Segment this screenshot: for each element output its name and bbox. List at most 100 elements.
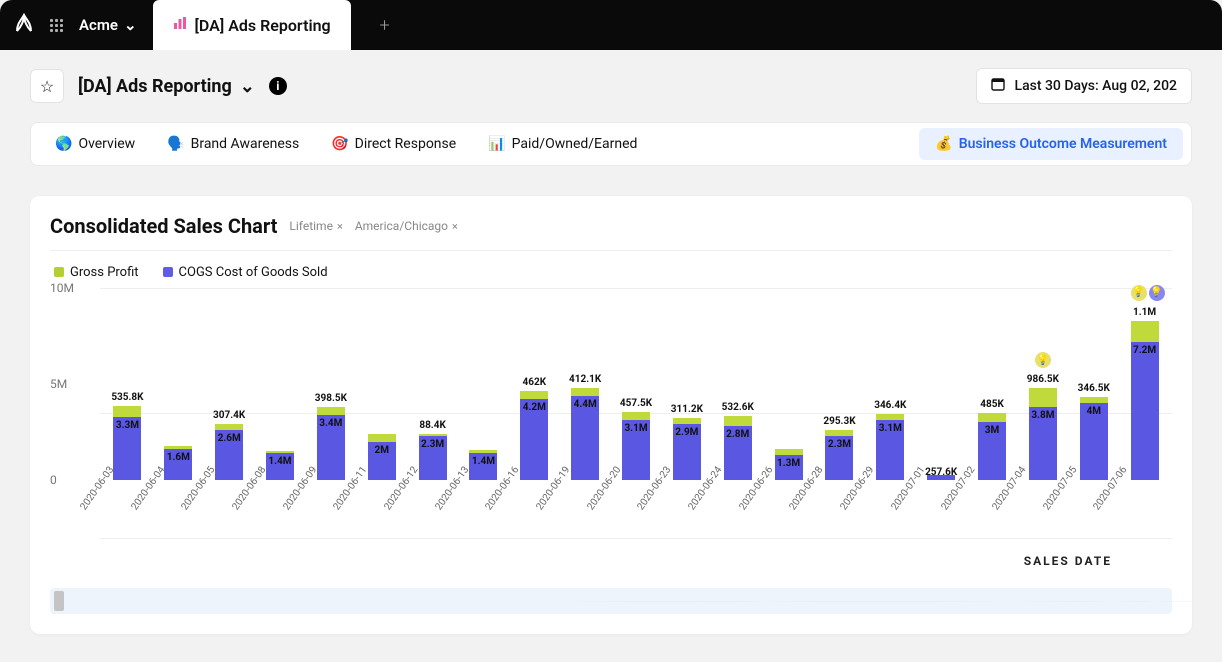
tab-brand-awareness[interactable]: 🗣️ Brand Awareness [151, 128, 315, 160]
gridline [100, 538, 1172, 539]
new-tab-button[interactable]: + [367, 7, 403, 43]
cogs-value-label: 2.6M [218, 433, 241, 444]
section-tabs: 🌎 Overview 🗣️ Brand Awareness 🎯 Direct R… [30, 122, 1192, 166]
insight-annotation[interactable]: 💡 [1131, 285, 1147, 301]
bar-column[interactable]: 346.5K4M [1070, 397, 1117, 480]
tab-business-outcome[interactable]: 💰 Business Outcome Measurement [919, 128, 1183, 160]
profit-segment [1131, 321, 1159, 342]
profit-segment [724, 416, 752, 426]
legend-label: Gross Profit [70, 265, 139, 280]
profit-value-label: 485K [980, 399, 1004, 410]
bar-column[interactable]: 462K4.2M [511, 391, 558, 481]
insight-annotation[interactable]: 💡 [1149, 285, 1165, 301]
legend-swatch [163, 267, 173, 277]
cogs-value-label: 1.6M [167, 452, 190, 463]
cogs-value-label: 4.4M [574, 399, 597, 410]
apps-grid-icon[interactable] [50, 19, 63, 32]
brush-handle[interactable] [54, 591, 64, 611]
cogs-value-label: 4.2M [523, 402, 546, 413]
legend-label: COGS Cost of Goods Sold [179, 265, 328, 280]
insight-annotation[interactable]: 💡 [1035, 352, 1051, 368]
date-range-label: Last 30 Days: Aug 02, 202 [1015, 78, 1177, 94]
profit-segment [571, 388, 599, 396]
tab-label: [DA] Ads Reporting [195, 16, 331, 35]
tab-direct-response[interactable]: 🎯 Direct Response [315, 128, 472, 160]
brush-sparkline [70, 601, 1192, 602]
info-icon[interactable]: i [269, 77, 287, 95]
profit-value-label: 88.4K [419, 420, 445, 431]
chip-label: Lifetime [289, 219, 333, 233]
bar-column[interactable]: 412.1K4.4M [562, 388, 609, 480]
date-range-picker[interactable]: Last 30 Days: Aug 02, 202 [976, 68, 1192, 104]
cogs-value-label: 3.1M [624, 423, 647, 434]
chart-title: Consolidated Sales Chart [50, 214, 277, 238]
page-header: ☆ [DA] Ads Reporting ⌄ i Last 30 Days: A… [0, 50, 1222, 114]
y-tick: 0 [50, 473, 57, 487]
y-tick: 10M [50, 281, 74, 295]
tab-label: Overview [78, 136, 135, 152]
profit-value-label: 462K [523, 377, 547, 388]
app-logo-icon [14, 13, 34, 38]
close-icon[interactable]: × [452, 220, 458, 233]
globe-icon: 🌎 [55, 136, 72, 152]
legend-swatch [54, 267, 64, 277]
cogs-value-label: 7.2M [1133, 345, 1156, 356]
speaker-icon: 🗣️ [167, 136, 184, 152]
cogs-value-label: 1.4M [268, 456, 291, 467]
profit-value-label: 1.1M [1133, 307, 1156, 318]
profit-segment [113, 406, 141, 416]
chart-legend: Gross Profit COGS Cost of Goods Sold [54, 265, 1172, 280]
chart-card: Consolidated Sales Chart Lifetime × Ameri… [30, 196, 1192, 634]
y-tick: 5M [50, 377, 67, 391]
time-brush[interactable] [50, 588, 1172, 614]
x-axis-title: SALES DATE [1024, 554, 1112, 568]
tab-ads-reporting[interactable]: [DA] Ads Reporting [153, 0, 351, 50]
money-bag-icon: 💰 [935, 136, 952, 152]
cogs-value-label: 2.9M [675, 427, 698, 438]
filter-chip-timezone[interactable]: America/Chicago× [355, 219, 458, 233]
bar-column[interactable]: 1.1M7.2M💡💡 [1121, 321, 1168, 480]
page-header-left: ☆ [DA] Ads Reporting ⌄ i [30, 69, 287, 103]
filter-chip-lifetime[interactable]: Lifetime × [289, 219, 342, 233]
x-axis-labels: 2020-06-032020-06-042020-06-052020-06-08… [104, 480, 1168, 538]
profit-segment [1080, 397, 1108, 404]
tab-label: Business Outcome Measurement [959, 136, 1167, 152]
profit-value-label: 346.5K [1078, 383, 1110, 394]
profit-value-label: 986.5K [1027, 374, 1059, 385]
target-icon: 🎯 [331, 136, 348, 152]
tab-label: Direct Response [355, 136, 457, 152]
favorite-button[interactable]: ☆ [30, 69, 64, 103]
tab-paid-owned-earned[interactable]: 📊 Paid/Owned/Earned [472, 128, 653, 160]
cogs-value-label: 2.8M [726, 429, 749, 440]
bar-column[interactable]: 986.5K3.8M💡 [1019, 388, 1066, 480]
cogs-value-label: 2.3M [421, 439, 444, 450]
cogs-value-label: 3.1M [879, 423, 902, 434]
tab-overview[interactable]: 🌎 Overview [39, 128, 151, 160]
profit-value-label: 535.8K [111, 392, 143, 403]
cogs-value-label: 3.8M [1031, 410, 1054, 421]
close-icon[interactable]: × [337, 220, 343, 233]
legend-item-profit[interactable]: Gross Profit [54, 265, 139, 280]
page-title-group[interactable]: [DA] Ads Reporting ⌄ [78, 76, 255, 97]
profit-value-label: 457.5K [620, 398, 652, 409]
legend-item-cogs[interactable]: COGS Cost of Goods Sold [163, 265, 328, 280]
profit-segment [622, 412, 650, 421]
profit-value-label: 311.2K [671, 404, 703, 415]
bar-chart-icon: 📊 [488, 136, 505, 152]
page-title: [DA] Ads Reporting [78, 76, 232, 97]
workspace-selector[interactable]: Acme ⌄ [79, 16, 137, 34]
profit-segment [317, 407, 345, 415]
cogs-value-label: 2.3M [828, 439, 851, 450]
profit-segment [520, 391, 548, 400]
y-axis: 10M 5M 0 [50, 288, 100, 480]
profit-segment [368, 434, 396, 441]
chart-plot-area: 10M 5M 0 535.8K3.3M1.6M307.4K2.6M1.4M398… [50, 288, 1172, 538]
profit-value-label: 412.1K [569, 374, 601, 385]
tab-label: Paid/Owned/Earned [512, 136, 638, 152]
cogs-value-label: 2M [374, 445, 389, 456]
cogs-value-label: 3M [985, 425, 1000, 436]
cogs-segment [1131, 342, 1159, 480]
cogs-value-label: 1.3M [777, 458, 800, 469]
app-topbar: Acme ⌄ [DA] Ads Reporting + [0, 0, 1222, 50]
bars-container: 535.8K3.3M1.6M307.4K2.6M1.4M398.5K3.4M2M… [104, 288, 1168, 480]
